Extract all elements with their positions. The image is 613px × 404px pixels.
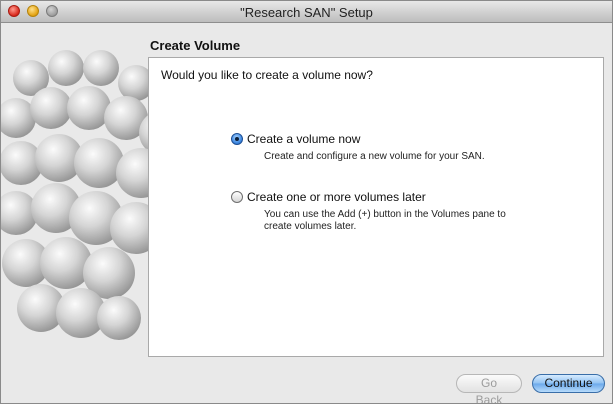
sphere [74,138,124,188]
option-create-later-row[interactable]: Create one or more volumes later [231,190,534,204]
sphere [40,237,92,289]
go-back-button[interactable]: Go Back [456,374,522,403]
sphere [97,296,141,340]
sphere [83,50,119,86]
title-bar: "Research SAN" Setup [1,1,612,23]
create-now-description: Create and configure a new volume for yo… [264,151,485,162]
create-later-radio[interactable] [231,191,243,203]
section-title: Create Volume [150,38,241,53]
sphere [48,50,84,86]
create-now-label[interactable]: Create a volume now [247,132,360,146]
setup-window: "Research SAN" Setup Create Volume Would… [0,0,613,404]
option-create-later: Create one or more volumes later You can… [231,190,534,233]
sphere [30,87,72,129]
window-title: "Research SAN" Setup [240,5,373,20]
content-panel: Would you like to create a volume now? C… [148,57,604,357]
question-text: Would you like to create a volume now? [161,68,373,82]
option-create-now-row[interactable]: Create a volume now [231,132,534,146]
create-later-label[interactable]: Create one or more volumes later [247,190,426,204]
continue-button[interactable]: Continue [532,374,605,393]
create-later-description: You can use the Add (+) button in the Vo… [264,209,506,232]
create-now-radio[interactable] [231,133,243,145]
sphere [67,86,111,130]
option-create-now: Create a volume now Create and configure… [231,132,534,163]
